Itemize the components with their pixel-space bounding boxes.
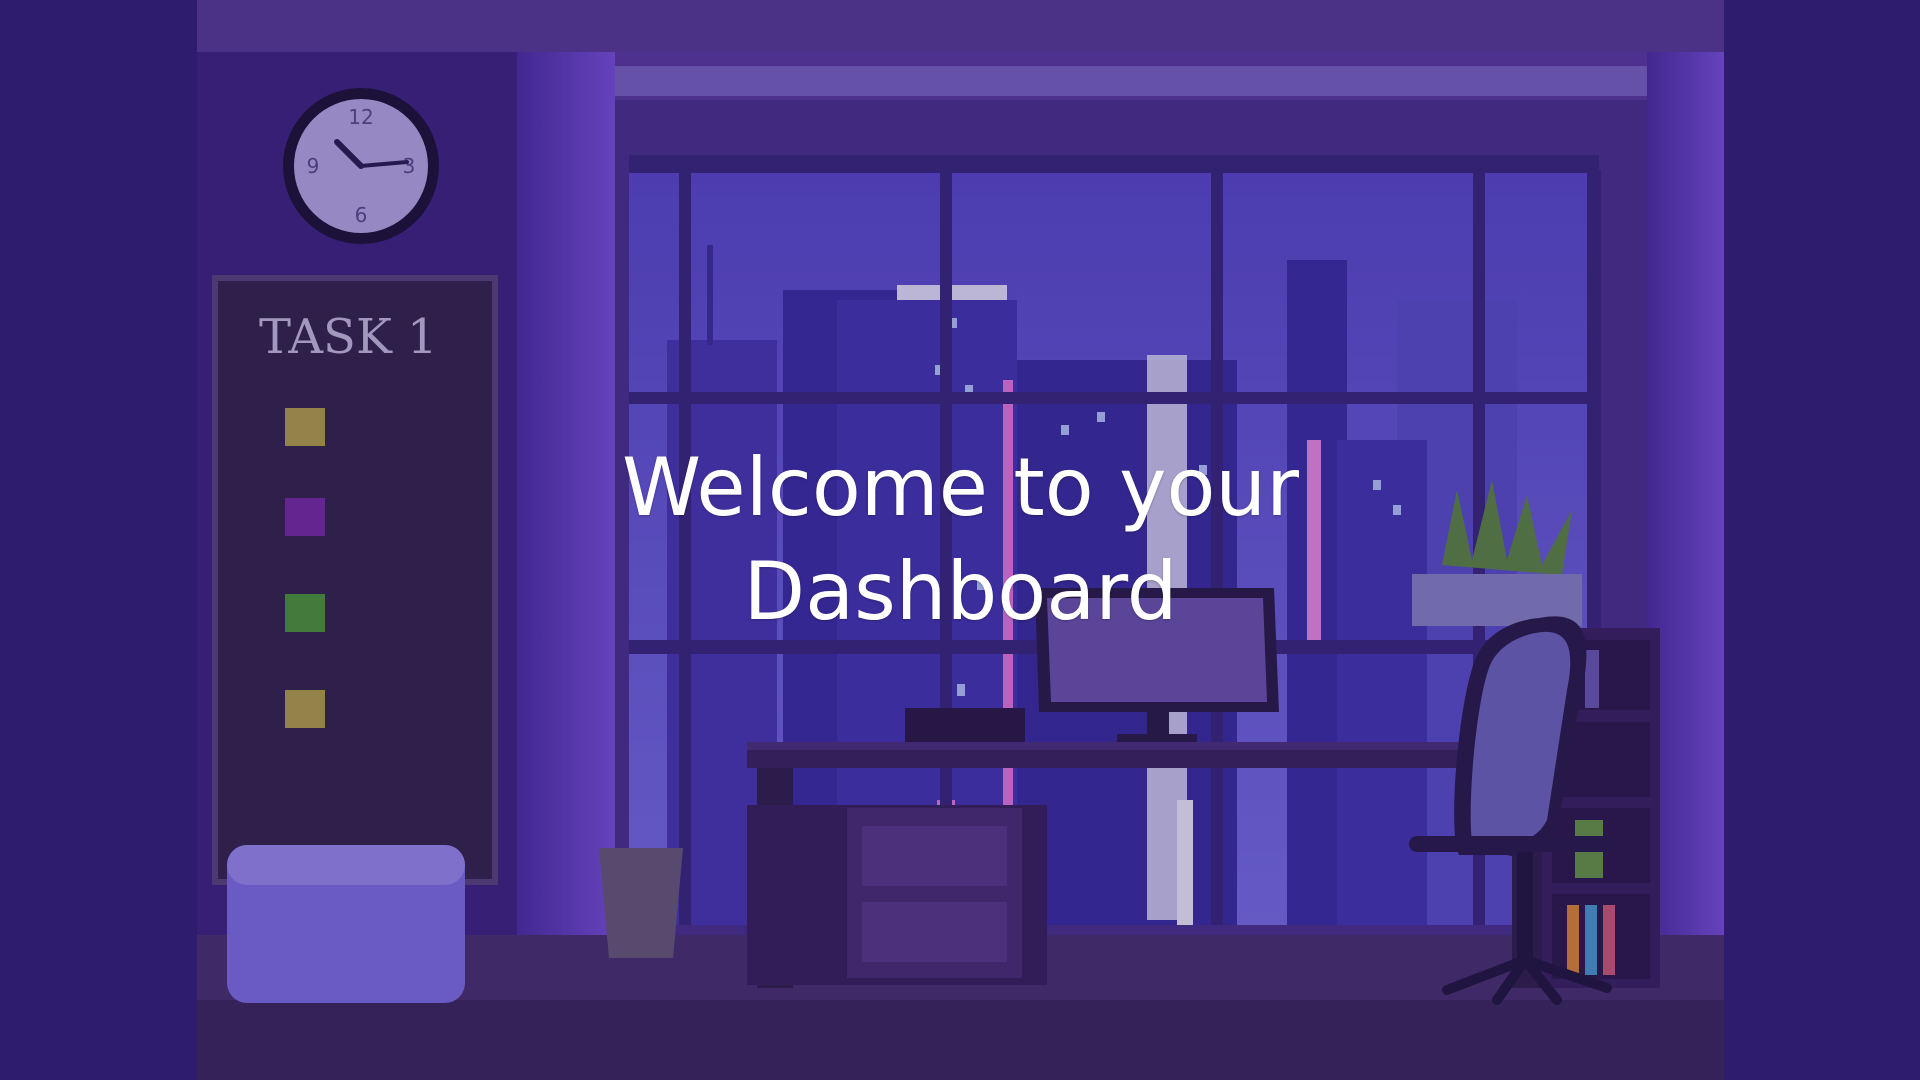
welcome-line-2: Dashboard	[743, 545, 1178, 638]
office-background: 12 3 6 9 TASK 1 Welcome to your Dashboar…	[197, 0, 1724, 1080]
welcome-line-1: Welcome to your	[622, 441, 1299, 534]
welcome-heading: Welcome to your Dashboard	[197, 436, 1724, 644]
left-side-panel	[0, 0, 197, 1080]
right-side-panel	[1724, 0, 1920, 1080]
